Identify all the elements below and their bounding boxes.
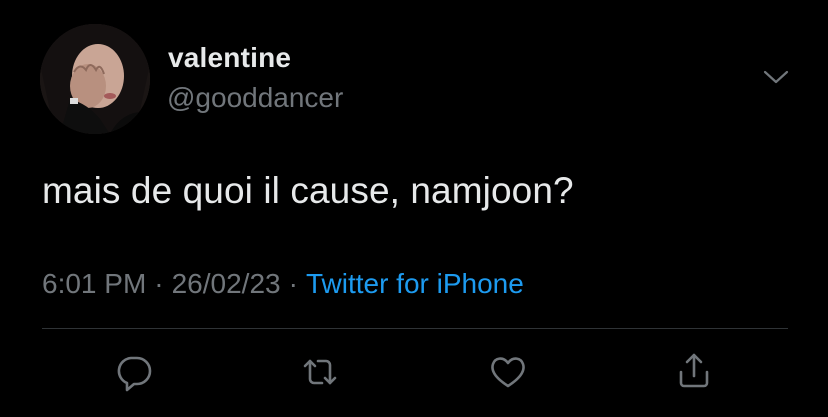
meta-separator: · [288,268,298,299]
reply-button[interactable] [112,350,156,394]
tweet-meta: 6:01 PM · 26/02/23 · Twitter for iPhone [42,268,524,300]
retweet-button[interactable] [298,350,342,394]
like-button[interactable] [486,350,530,394]
share-button[interactable] [672,350,716,394]
tweet-source-link[interactable]: Twitter for iPhone [306,268,524,299]
reply-icon [117,356,152,392]
more-options-chevron-icon[interactable] [762,66,790,88]
heart-icon [491,357,525,388]
share-icon [679,353,709,388]
tweet-text: mais de quoi il cause, namjoon? [42,170,574,211]
tweet-time[interactable]: 6:01 PM [42,268,146,299]
tweet-card: valentine @gooddancer mais de quoi il ca… [0,0,828,417]
meta-separator: · [154,268,164,299]
user-handle[interactable]: @gooddancer [167,82,343,114]
display-name[interactable]: valentine [168,42,291,74]
avatar-photo [40,24,150,134]
divider [42,328,788,329]
avatar[interactable] [40,24,150,134]
retweet-icon [303,359,337,385]
tweet-date[interactable]: 26/02/23 [172,268,281,299]
